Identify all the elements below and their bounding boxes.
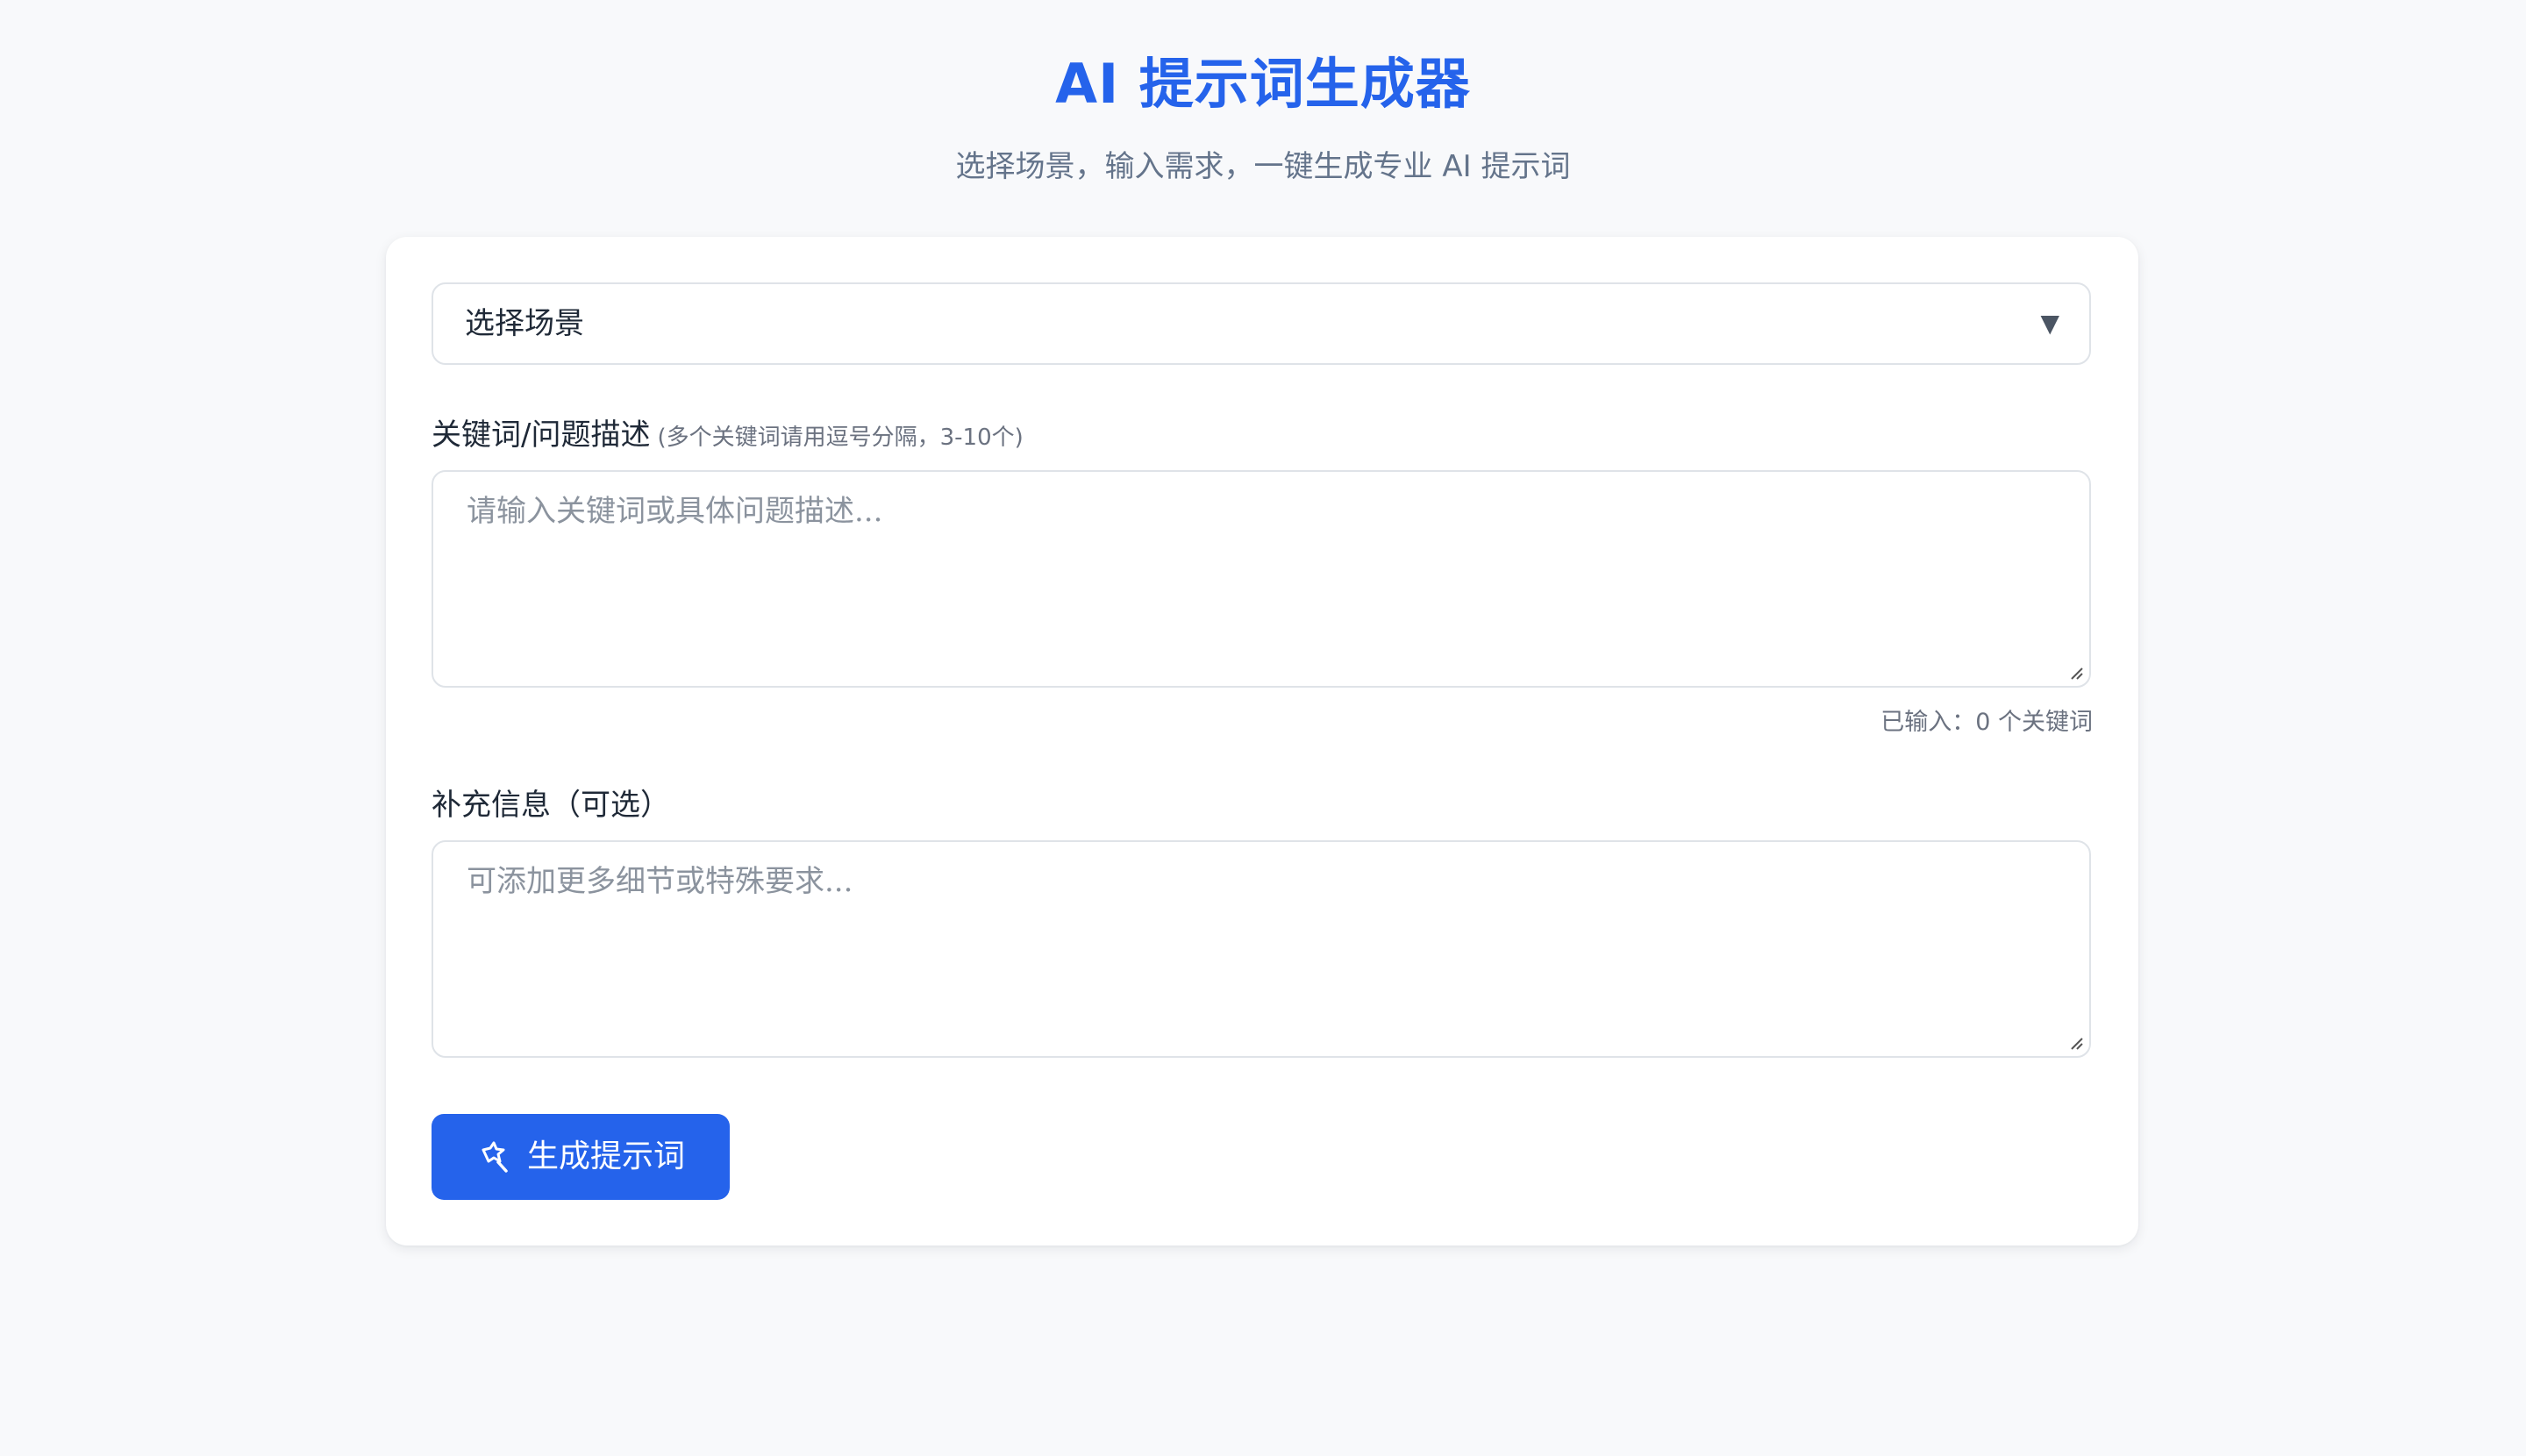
keywords-label-hint: (多个关键词请用逗号分隔，3-10个) — [657, 425, 1024, 451]
magic-wand-icon — [482, 1141, 508, 1173]
page-title: AI 提示词生成器 — [1055, 52, 1471, 116]
scene-select[interactable]: 选择场景 ▼ — [432, 282, 2091, 365]
keyword-counter: 已输入：0 个关键词 — [1880, 709, 2093, 736]
scene-select-value: 选择场景 — [465, 306, 584, 341]
resize-handle-icon[interactable] — [2066, 1033, 2084, 1051]
extra-info-label: 补充信息（可选） — [432, 788, 670, 823]
page-header: AI 提示词生成器 — [0, 49, 2526, 119]
keywords-placeholder: 请输入关键词或具体问题描述... — [467, 494, 883, 529]
generate-button-label: 生成提示词 — [526, 1138, 685, 1174]
generator-form-card: 选择场景 ▼ 关键词/问题描述 (多个关键词请用逗号分隔，3-10个) 请输入关键… — [386, 237, 2138, 1245]
page-subtitle: 选择场景，输入需求，一键生成专业 AI 提示词 — [955, 149, 1571, 184]
keywords-label-text: 关键词/问题描述 — [432, 418, 651, 453]
generate-button[interactable]: 生成提示词 — [432, 1114, 730, 1200]
triangle-down-icon: ▼ — [2040, 309, 2059, 338]
keywords-textarea[interactable]: 请输入关键词或具体问题描述... — [432, 470, 2091, 688]
keywords-label: 关键词/问题描述 (多个关键词请用逗号分隔，3-10个) — [432, 416, 1024, 457]
resize-handle-icon[interactable] — [2066, 663, 2084, 681]
extra-info-placeholder: 可添加更多细节或特殊要求... — [467, 864, 853, 899]
page: AI 提示词生成器 选择场景，输入需求，一键生成专业 AI 提示词 选择场景 ▼… — [0, 0, 2526, 1456]
extra-info-textarea[interactable]: 可添加更多细节或特殊要求... — [432, 840, 2091, 1058]
